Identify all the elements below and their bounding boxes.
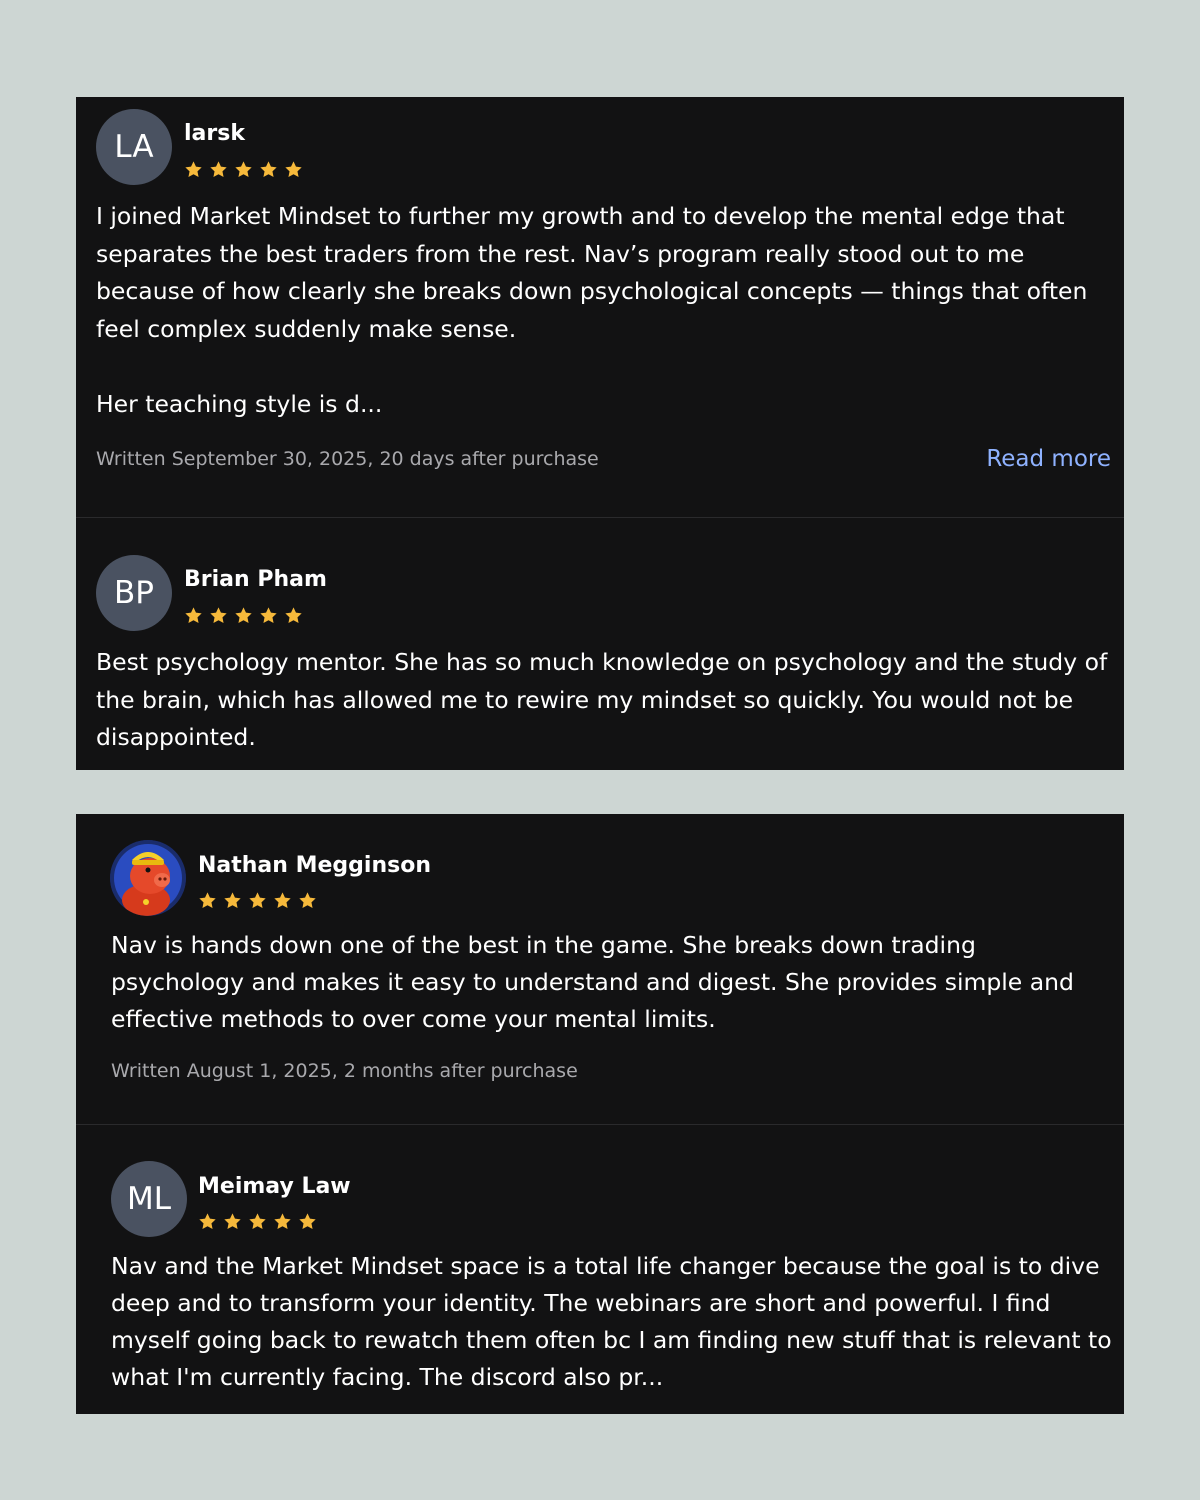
star-icon <box>185 161 202 177</box>
review-text: Best psychology mentor. She has so much … <box>96 648 1108 751</box>
pig-mascot-avatar-icon <box>110 840 186 916</box>
star-rating <box>184 606 303 625</box>
star-icon <box>274 892 291 908</box>
reviewer-name: Brian Pham <box>184 567 327 592</box>
reviews-panel-1: LA larsk I joined Market Mindset to furt… <box>76 97 1124 770</box>
review-written-date: Written September 30, 2025, 20 days afte… <box>96 448 599 470</box>
read-more-link[interactable]: Read more <box>986 446 1111 472</box>
avatar-initials: LA <box>114 129 154 165</box>
star-icon <box>210 161 227 177</box>
review-card-nathan-megginson: Nathan Megginson Nav is hands down one o… <box>76 814 1124 1124</box>
star-icon <box>185 607 202 623</box>
reviews-panel-2: Nathan Megginson Nav is hands down one o… <box>76 814 1124 1414</box>
review-text: Nav and the Market Mindset space is a to… <box>111 1252 1112 1391</box>
star-icon <box>235 607 252 623</box>
star-icon <box>199 892 216 908</box>
star-icon <box>249 892 266 908</box>
star-rating <box>198 891 317 910</box>
review-card-meimay-law: ML Meimay Law Nav and the Market Mindset… <box>76 1125 1124 1414</box>
avatar-initials: ML <box>126 1181 172 1217</box>
review-card-larsk: LA larsk I joined Market Mindset to furt… <box>76 97 1124 517</box>
star-rating <box>184 160 303 179</box>
avatar: LA <box>96 109 172 185</box>
star-icon <box>210 607 227 623</box>
review-written-date: Written August 1, 2025, 2 months after p… <box>111 1060 578 1082</box>
reviewer-name: Meimay Law <box>198 1174 351 1199</box>
star-icon <box>260 607 277 623</box>
review-text: Nav is hands down one of the best in the… <box>111 931 1074 1033</box>
avatar: BP <box>96 555 172 631</box>
star-icon <box>199 1213 216 1229</box>
star-icon <box>299 892 316 908</box>
star-rating <box>198 1212 317 1231</box>
review-text: I joined Market Mindset to further my gr… <box>96 202 1088 418</box>
star-icon <box>285 607 302 623</box>
star-icon <box>299 1213 316 1229</box>
star-icon <box>260 161 277 177</box>
star-icon <box>285 161 302 177</box>
avatar: ML <box>111 1161 187 1237</box>
star-icon <box>274 1213 291 1229</box>
star-icon <box>224 1213 241 1229</box>
star-icon <box>249 1213 266 1229</box>
review-card-brian-pham: BP Brian Pham Best psychology mentor. Sh… <box>76 518 1124 770</box>
star-icon <box>235 161 252 177</box>
avatar-initials: BP <box>114 575 154 611</box>
reviewer-name: Nathan Megginson <box>198 853 431 878</box>
star-icon <box>224 892 241 908</box>
reviewer-name: larsk <box>184 121 245 146</box>
